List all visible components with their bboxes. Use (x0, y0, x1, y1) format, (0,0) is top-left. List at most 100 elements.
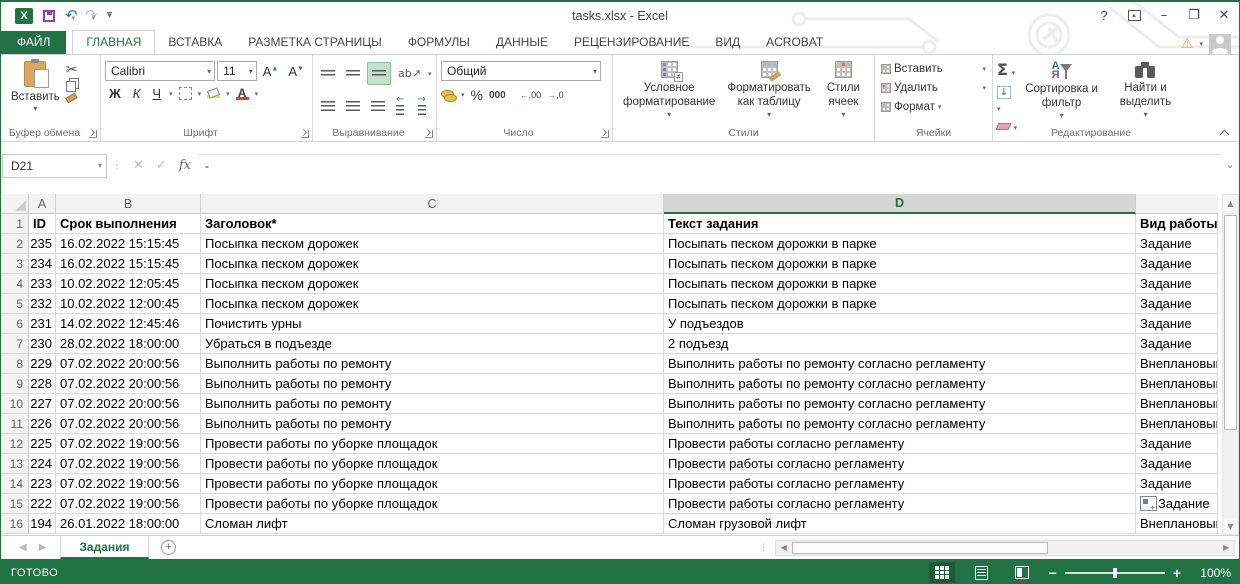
cell-d1[interactable]: Текст задания (664, 214, 1136, 234)
fill-color-dropdown-icon[interactable]: ▾ (226, 90, 230, 98)
column-header-a[interactable]: A (29, 194, 56, 214)
sort-filter-button[interactable]: АЯ Сортировка и фильтр ▾ (1017, 58, 1106, 124)
increase-indent-icon[interactable]: → (414, 91, 433, 121)
cell-c15[interactable]: Провести работы по уборке площадок (201, 494, 664, 514)
normal-view-button[interactable] (929, 562, 955, 583)
cell-b3[interactable]: 16.02.2022 15:15:45 (56, 254, 201, 274)
font-color-button[interactable]: А (236, 88, 249, 100)
cell-a2[interactable]: 235 (29, 234, 56, 254)
cell-b9[interactable]: 07.02.2022 20:00:56 (56, 374, 201, 394)
customize-qat-icon[interactable]: ▾ (107, 12, 112, 20)
font-name-combo[interactable]: Calibri▾ (105, 61, 215, 81)
copy-button[interactable] (66, 81, 76, 92)
alignment-dialog-launcher-icon[interactable] (425, 130, 433, 138)
cell-b6[interactable]: 14.02.2022 12:45:46 (56, 314, 201, 334)
cell-e4[interactable]: Задание (1136, 274, 1218, 294)
cell-d8[interactable]: Выполнить работы по ремонту согласно рег… (664, 354, 1136, 374)
tab-home[interactable]: ГЛАВНАЯ (72, 30, 155, 54)
row-header-7[interactable]: 7 (1, 334, 29, 354)
sheet-nav-right-icon[interactable]: ▶ (39, 542, 47, 553)
number-dialog-launcher-icon[interactable] (601, 130, 609, 138)
cell-c14[interactable]: Провести работы по уборке площадок (201, 474, 664, 494)
cell-d7[interactable]: 2 подъезд (664, 334, 1136, 354)
row-header-3[interactable]: 3 (1, 254, 29, 274)
cell-e12[interactable]: Задание (1136, 434, 1218, 454)
formula-input[interactable]: - (197, 154, 1221, 178)
align-left-button[interactable] (317, 96, 339, 117)
font-color-dropdown-icon[interactable]: ▾ (255, 90, 259, 98)
font-dialog-launcher-icon[interactable] (301, 130, 309, 138)
fill-button[interactable]: ↓ ▾ (997, 83, 1017, 114)
scroll-right-icon[interactable]: ▶ (1218, 543, 1234, 552)
cell-e14[interactable]: Задание (1136, 474, 1218, 494)
tab-insert[interactable]: ВСТАВКА (155, 31, 235, 54)
clipboard-dialog-launcher-icon[interactable] (89, 130, 97, 138)
cell-d16[interactable]: Сломан грузовой лифт (664, 514, 1136, 534)
scroll-down-icon[interactable]: ▼ (1223, 518, 1238, 534)
name-box-dropdown-icon[interactable]: ▾ (98, 161, 102, 170)
row-header-13[interactable]: 13 (1, 454, 29, 474)
cell-b14[interactable]: 07.02.2022 19:00:56 (56, 474, 201, 494)
cell-e7[interactable]: Задание (1136, 334, 1218, 354)
column-header-c[interactable]: C (201, 194, 664, 214)
undo-button[interactable]: ↶▾ (65, 8, 75, 23)
cell-c10[interactable]: Выполнить работы по ремонту (201, 394, 664, 414)
cell-c12[interactable]: Провести работы по уборке площадок (201, 434, 664, 454)
row-header-10[interactable]: 10 (1, 394, 29, 414)
row-header-12[interactable]: 12 (1, 434, 29, 454)
cell-d5[interactable]: Посыпать песком дорожки в парке (664, 294, 1136, 314)
cell-c16[interactable]: Сломан лифт (201, 514, 664, 534)
borders-icon[interactable] (179, 87, 192, 100)
cell-styles-button[interactable]: Стили ячеек ▾ (817, 58, 870, 123)
cell-a8[interactable]: 229 (29, 354, 56, 374)
insert-options-button[interactable] (1140, 496, 1157, 511)
cell-a7[interactable]: 230 (29, 334, 56, 354)
cell-c9[interactable]: Выполнить работы по ремонту (201, 374, 664, 394)
format-as-table-button[interactable]: Форматировать как таблицу ▾ (721, 58, 816, 123)
cell-b1[interactable]: Срок выполнения (56, 214, 201, 234)
cell-c2[interactable]: Посыпка песком дорожек (201, 234, 664, 254)
cell-c4[interactable]: Посыпка песком дорожек (201, 274, 664, 294)
cell-b12[interactable]: 07.02.2022 19:00:56 (56, 434, 201, 454)
name-box[interactable]: D21 ▾ (2, 154, 107, 178)
cell-b5[interactable]: 10.02.2022 12:00:45 (56, 294, 201, 314)
row-header-15[interactable]: 15 (1, 494, 29, 514)
cell-a9[interactable]: 228 (29, 374, 56, 394)
cell-a1[interactable]: ID (29, 214, 56, 234)
cell-c13[interactable]: Провести работы по уборке площадок (201, 454, 664, 474)
cell-b7[interactable]: 28.02.2022 18:00:00 (56, 334, 201, 354)
delete-cells-button[interactable]: Удалить▾ (879, 81, 988, 95)
cell-e10[interactable]: Внеплановый (1136, 394, 1218, 414)
fill-color-button[interactable] (207, 89, 220, 98)
shrink-font-button[interactable]: А▼ (284, 64, 308, 79)
row-header-2[interactable]: 2 (1, 234, 29, 254)
page-layout-view-button[interactable] (969, 562, 995, 583)
cell-e15[interactable]: Задание (1136, 494, 1218, 514)
tab-acrobat[interactable]: ACROBAT (753, 31, 836, 54)
cut-button[interactable]: ✂ (66, 62, 78, 78)
cell-d2[interactable]: Посыпать песком дорожки в парке (664, 234, 1136, 254)
row-header-9[interactable]: 9 (1, 374, 29, 394)
cell-c6[interactable]: Почистить урны (201, 314, 664, 334)
tab-view[interactable]: ВИД (702, 31, 753, 54)
orientation-button[interactable]: ab↗ (394, 64, 425, 83)
tab-page-layout[interactable]: РАЗМЕТКА СТРАНИЦЫ (235, 31, 395, 54)
cell-e5[interactable]: Задание (1136, 294, 1218, 314)
italic-button[interactable]: К (129, 86, 145, 101)
cell-a13[interactable]: 224 (29, 454, 56, 474)
cell-a16[interactable]: 194 (29, 514, 56, 534)
format-painter-button[interactable] (65, 93, 78, 104)
vertical-scroll-thumb[interactable] (1224, 215, 1237, 430)
excel-logo-icon[interactable]: X (15, 8, 33, 24)
cell-c3[interactable]: Посыпка песком дорожек (201, 254, 664, 274)
zoom-slider[interactable] (1065, 572, 1165, 574)
cell-b13[interactable]: 07.02.2022 19:00:56 (56, 454, 201, 474)
insert-function-icon[interactable]: fx (173, 158, 197, 173)
tab-formulas[interactable]: ФОРМУЛЫ (395, 31, 483, 54)
cell-e8[interactable]: Внеплановый (1136, 354, 1218, 374)
save-icon[interactable] (43, 10, 55, 22)
accounting-dropdown-icon[interactable]: ▾ (461, 91, 465, 99)
underline-button[interactable]: Ч (148, 86, 165, 101)
cell-a10[interactable]: 227 (29, 394, 56, 414)
zoom-out-button[interactable]: − (1049, 565, 1057, 581)
